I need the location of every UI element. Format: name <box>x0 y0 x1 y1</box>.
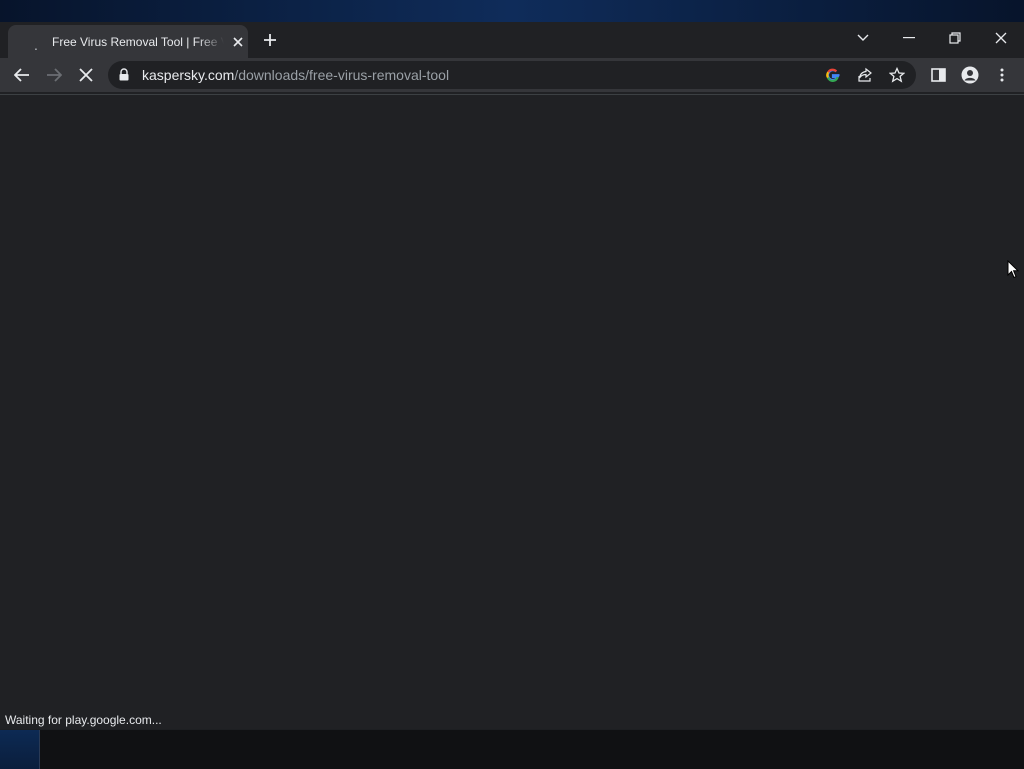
back-button[interactable] <box>10 63 34 87</box>
status-bubble: Waiting for play.google.com... <box>0 710 167 730</box>
kebab-menu-icon[interactable] <box>990 63 1014 87</box>
restore-icon[interactable] <box>944 27 966 49</box>
google-icon[interactable] <box>824 66 842 84</box>
browser-window: . Free Virus Removal Tool | Free Virus R… <box>0 22 1024 730</box>
tab-active[interactable]: . Free Virus Removal Tool | Free Virus R… <box>8 25 248 58</box>
taskbar <box>0 729 1024 769</box>
mouse-pointer-icon <box>1007 260 1019 279</box>
lock-icon[interactable] <box>119 68 133 82</box>
url-host: kaspersky.com <box>142 67 235 83</box>
new-tab-button[interactable] <box>258 28 282 52</box>
window-close-icon[interactable] <box>990 27 1012 49</box>
start-button[interactable] <box>0 730 40 769</box>
tab-search-chevron-icon[interactable] <box>852 27 874 49</box>
star-icon[interactable] <box>888 66 906 84</box>
tab-strip: . Free Virus Removal Tool | Free Virus R… <box>0 22 1024 58</box>
forward-button[interactable] <box>42 63 66 87</box>
profile-icon[interactable] <box>958 63 982 87</box>
minimize-icon[interactable] <box>898 27 920 49</box>
address-bar[interactable]: kaspersky.com/downloads/free-virus-remov… <box>108 61 916 89</box>
url-text[interactable]: kaspersky.com/downloads/free-virus-remov… <box>142 61 449 89</box>
page-content[interactable]: Waiting for play.google.com... <box>0 94 1024 730</box>
share-icon[interactable] <box>856 66 874 84</box>
desktop-wallpaper <box>0 0 1024 22</box>
tab-title: Free Virus Removal Tool | Free Virus Rem… <box>52 34 224 49</box>
tab-close-icon[interactable] <box>228 32 248 52</box>
loading-favicon-icon: . <box>34 36 38 53</box>
stop-button[interactable] <box>74 63 98 87</box>
browser-toolbar: kaspersky.com/downloads/free-virus-remov… <box>0 58 1024 92</box>
side-panel-icon[interactable] <box>926 63 950 87</box>
url-path: /downloads/free-virus-removal-tool <box>234 67 450 83</box>
